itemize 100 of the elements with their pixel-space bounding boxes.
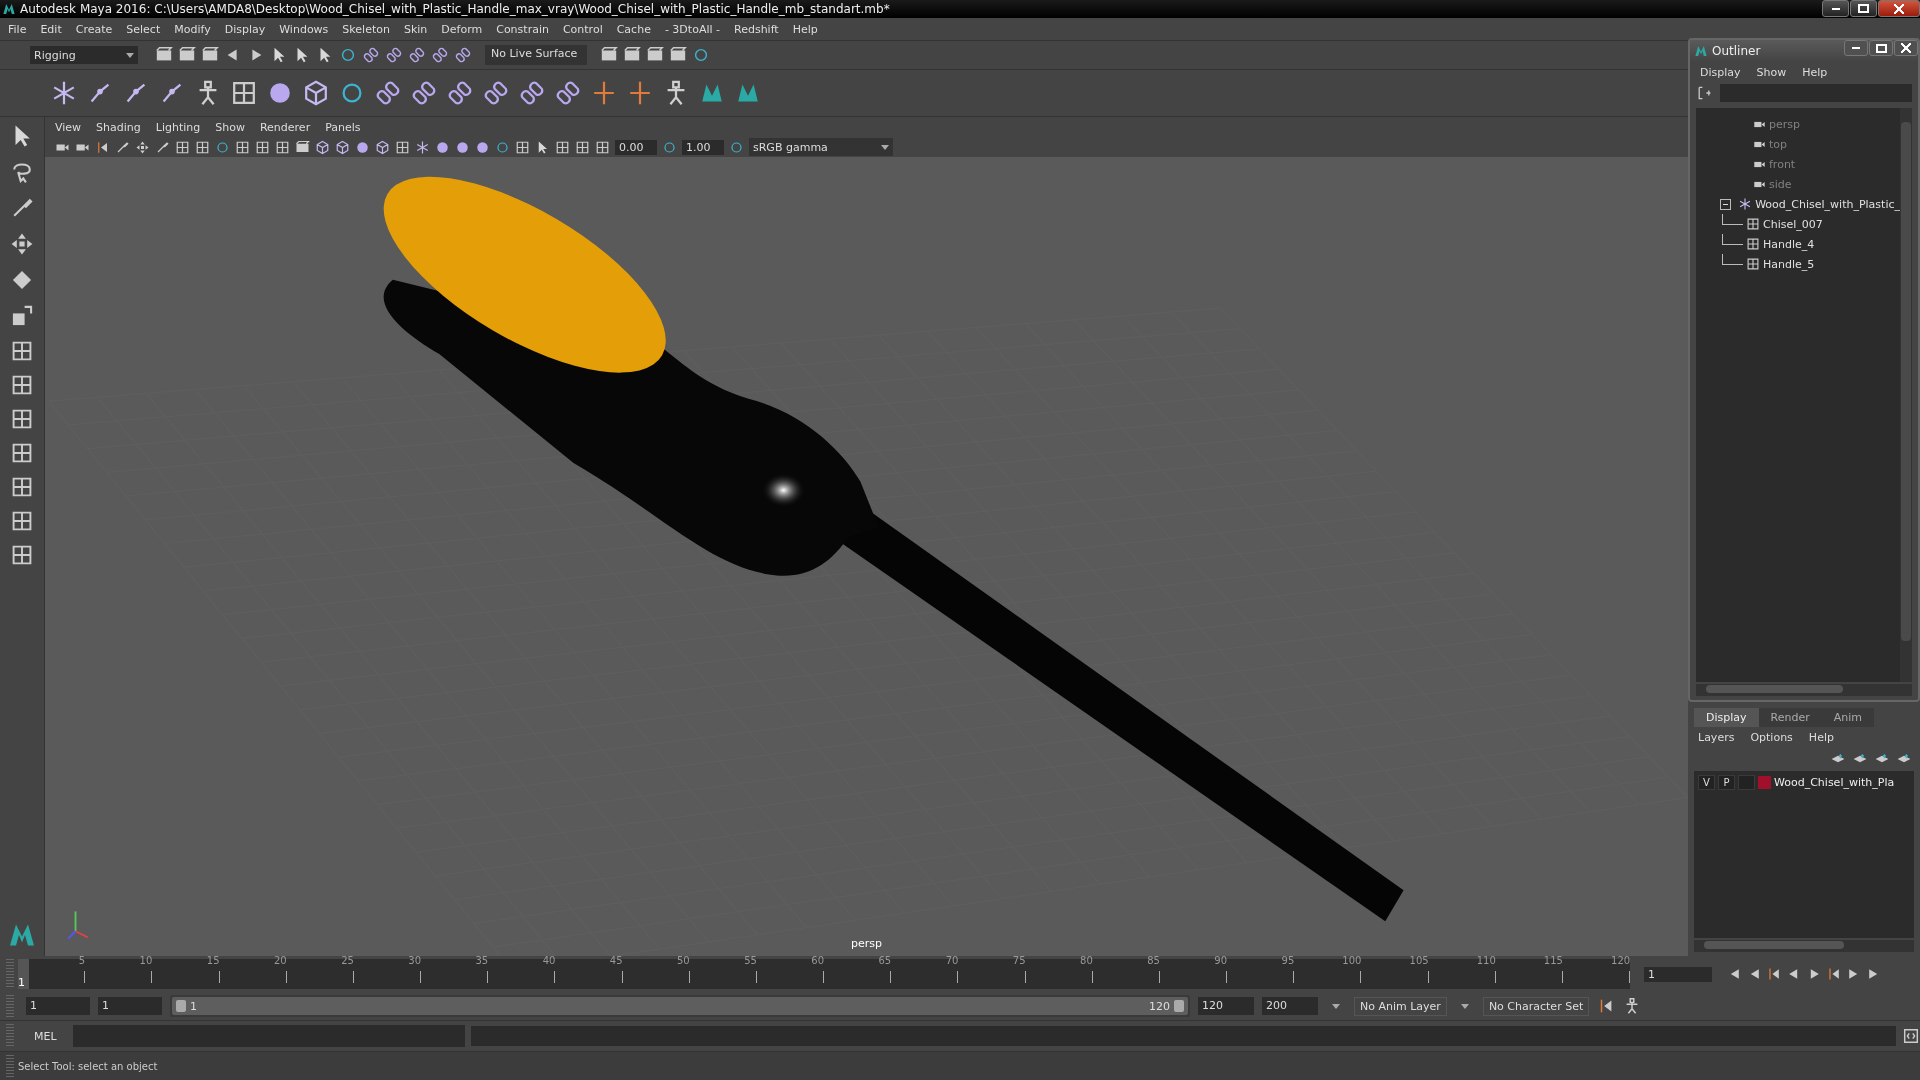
menu-item[interactable]: Modify [174,22,211,36]
menu-item[interactable]: Show [1756,65,1787,79]
chain-link-icon[interactable] [554,79,582,107]
outliner-item[interactable]: front [1696,154,1900,174]
current-frame-field[interactable]: 1 [1644,966,1712,982]
scrollbar[interactable] [1696,684,1912,696]
collapse-toggle[interactable] [1720,198,1732,210]
menu-item[interactable]: Display [224,22,266,36]
script-editor-icon[interactable] [1902,1027,1920,1045]
chain-link-icon[interactable] [482,79,510,107]
scrollbar[interactable] [1694,940,1914,952]
menu-item[interactable]: Options [1750,730,1793,744]
filter-icon[interactable] [1696,85,1712,101]
menu-item[interactable]: Windows [279,22,329,36]
playback-toggle[interactable]: P [1718,775,1735,790]
menu-item[interactable]: Layers [1698,730,1735,744]
layout-grid-icon[interactable] [10,339,34,363]
cube-icon[interactable] [375,139,390,155]
panel-menu-item[interactable]: Lighting [155,120,201,134]
panel-menu-item[interactable]: View [55,120,82,134]
step-icon[interactable] [95,139,110,155]
cube-icon[interactable] [335,139,350,155]
outliner-item[interactable]: top [1696,134,1900,154]
menu-item[interactable]: Create [75,22,113,36]
panel-menu-item[interactable]: Renderer [259,120,311,134]
move-arrows-icon[interactable] [9,231,35,257]
menu-item[interactable]: Display [1700,65,1741,79]
command-language-label[interactable]: MEL [34,1029,57,1043]
color-management-icon[interactable] [729,139,744,155]
grid-icon[interactable] [255,139,270,155]
range-handle[interactable] [176,1000,186,1012]
menu-item[interactable]: Deform [441,22,483,36]
near-clip-field[interactable]: 0.00 [615,139,657,155]
clapper-icon[interactable] [295,139,310,155]
reference-toggle[interactable] [1738,775,1755,790]
menu-item[interactable]: File [8,22,27,36]
minimize-button[interactable] [1844,40,1868,56]
panel-menu-item[interactable]: Shading [96,120,141,134]
mesh-icon[interactable] [1746,217,1760,231]
menu-item[interactable]: Skeleton [342,22,390,36]
panel-menu-item[interactable]: Show [215,120,245,134]
asterisk-icon[interactable] [1738,197,1753,211]
chain-link-icon[interactable] [374,79,402,107]
menu-item[interactable]: Help [1802,65,1828,79]
menu-item[interactable]: Select [126,22,161,36]
anim-layer-dropdown[interactable]: No Anim Layer [1354,996,1447,1016]
step-icon[interactable] [1766,966,1782,982]
menu-item[interactable]: Constrain [496,22,549,36]
tab[interactable]: Display [1694,708,1759,727]
outliner-item[interactable]: Wood_Chisel_with_Plastic_ [1696,194,1900,214]
character-set-dropdown[interactable]: No Character Set [1482,996,1590,1016]
grid-icon[interactable] [235,139,250,155]
layer-name[interactable]: Wood_Chisel_with_Pla [1774,776,1895,789]
maximize-button[interactable] [1850,0,1877,17]
layout-grid-icon[interactable] [10,373,34,397]
step-icon[interactable] [1826,966,1842,982]
layer-color-swatch[interactable] [1758,776,1771,789]
panel-menu-item[interactable]: Panels [325,120,361,134]
cube-icon[interactable] [302,79,330,107]
menu-item[interactable]: Control [562,22,603,36]
outliner-item[interactable]: Handle_4 [1696,234,1900,254]
menu-item[interactable]: Cache [616,22,651,36]
search-field[interactable] [1720,84,1912,102]
chain-link-icon[interactable] [385,46,403,64]
menu-item[interactable]: Skin [403,22,428,36]
outliner-item[interactable]: Handle_5 [1696,254,1900,274]
grid-icon[interactable] [195,139,210,155]
grid-icon[interactable] [395,139,410,155]
asterisk-icon[interactable] [415,139,430,155]
playback-end-field[interactable]: 120 [1198,997,1254,1015]
start-frame-field[interactable]: 1 [26,997,90,1015]
tab[interactable]: Render [1758,708,1822,727]
chain-link-icon[interactable] [408,46,426,64]
tab[interactable]: Anim [1821,708,1874,727]
minimize-button[interactable] [1822,0,1849,17]
far-clip-field[interactable]: 1.00 [682,139,724,155]
layout-grid-icon[interactable] [10,509,34,533]
command-input[interactable] [72,1025,465,1047]
grid-icon[interactable] [555,139,570,155]
outliner-item[interactable]: Chisel_007 [1696,214,1900,234]
app-logo-icon[interactable] [2,2,16,16]
layout-grid-icon[interactable] [10,441,34,465]
menu-set-dropdown[interactable]: Rigging [30,46,138,64]
chain-link-icon[interactable] [431,46,449,64]
menu-item[interactable]: Help [792,22,818,36]
range-bar[interactable]: 1 120 [172,997,1188,1015]
visibility-toggle[interactable]: V [1698,775,1715,790]
menu-item[interactable]: Edit [40,22,62,36]
mesh-icon[interactable] [1746,237,1760,251]
outliner-item[interactable]: side [1696,174,1900,194]
range-handle[interactable] [1174,1000,1184,1012]
grid-icon[interactable] [275,139,290,155]
layout-grid-icon[interactable] [10,407,34,431]
layout-grid-icon[interactable] [10,543,34,567]
live-surface-field[interactable]: No Live Surface [485,45,587,65]
menu-item[interactable]: Redshift [734,22,779,36]
grid-icon[interactable] [595,139,610,155]
scrollbar[interactable] [1900,108,1912,682]
grid-icon[interactable] [175,139,190,155]
grid-icon[interactable] [515,139,530,155]
